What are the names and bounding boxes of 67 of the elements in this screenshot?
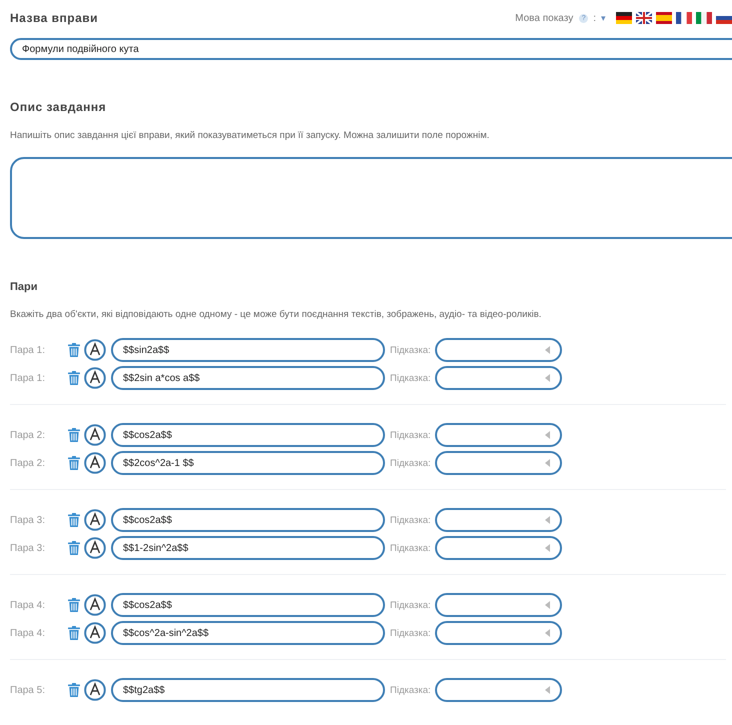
trash-icon[interactable] [68,513,80,527]
hint-label: Підказка: [390,514,431,526]
text-format-icon[interactable] [84,424,106,446]
section-heading: Опис завдання [10,100,108,114]
pair-field[interactable]: $$sin2a$$ [111,338,385,362]
trash-icon[interactable] [68,598,80,612]
hint-field[interactable] [434,621,562,645]
hint-field[interactable] [434,423,562,447]
flag-icon[interactable] [676,12,692,24]
description-field[interactable] [10,157,732,239]
hint-field[interactable] [434,338,562,362]
pair-label: Пара 2: [10,458,46,468]
pair-label: Пара 2: [10,430,46,440]
pair-label: Пара 5: [10,684,46,696]
hint-field[interactable] [434,508,562,532]
pair-field[interactable]: $$2cos^2a-1 $$ [111,451,385,475]
language-label: Мова показу [515,12,574,24]
hint-label: Підказка: [390,600,431,610]
hint-field[interactable] [434,593,562,617]
pair-field[interactable]: $$cos2a$$ [111,508,385,532]
pairs-hint: Вкажіть два об'єкти, які відповідають одне одному - це може бути поєднання текстів, зображень, аудіо- та відео-роликів. [10,309,542,320]
text-format-icon[interactable] [84,339,106,361]
section-heading: Пари [10,281,39,293]
title-field[interactable]: Формули подвійного кута [10,38,732,60]
hint-label: Підказка: [390,372,431,384]
pair-label: Пара 4: [10,628,46,638]
description-hint: Напишіть опис завдання цієї вправи, який показуватиметься при її запуску. Можна залишити поле порожнім. [10,130,490,141]
hint-label: Підказка: [390,542,431,554]
pair-field[interactable]: $$cos2a$$ [111,593,385,617]
hint-label: Підказка: [390,344,431,356]
trash-icon[interactable] [68,626,80,640]
separator: : [593,12,596,24]
hint-field[interactable] [434,451,562,475]
text-format-icon[interactable] [84,537,106,559]
text-format-icon[interactable] [84,509,106,531]
hint-field[interactable] [434,536,562,560]
text-format-icon[interactable] [84,679,106,701]
hint-field[interactable] [434,366,562,390]
pair-label: Пара 4: [10,600,46,610]
hint-field[interactable] [434,678,562,702]
section-heading: Назва вправи [10,11,98,25]
trash-icon[interactable] [68,541,80,555]
text-format-icon[interactable] [84,594,106,616]
flag-icon[interactable] [696,12,712,24]
text-format-icon[interactable] [84,367,106,389]
pair-field[interactable]: $$2sin a*cos a$$ [111,366,385,390]
trash-icon[interactable] [68,371,80,385]
hint-label: Підказка: [390,458,431,468]
text-format-icon[interactable] [84,622,106,644]
pair-field[interactable]: $$tg2a$$ [111,678,385,702]
hint-label: Підказка: [390,684,431,696]
trash-icon[interactable] [68,683,80,697]
flag-icon[interactable] [616,12,632,24]
trash-icon[interactable] [68,428,80,442]
pair-label: Пара 3: [10,514,46,526]
trash-icon[interactable] [68,343,80,357]
pair-field[interactable]: $$1-2sin^2a$$ [111,536,385,560]
trash-icon[interactable] [68,456,80,470]
pair-label: Пара 1: [10,372,46,384]
hint-label: Підказка: [390,628,431,638]
pair-field[interactable]: $$cos^2a-sin^2a$$ [111,621,385,645]
pair-field[interactable]: $$cos2a$$ [111,423,385,447]
text-format-icon[interactable] [84,452,106,474]
hint-label: Підказка: [390,430,431,440]
pair-label: Пара 3: [10,542,46,554]
flag-icon[interactable] [636,12,652,24]
pair-label: Пара 1: [10,344,46,356]
